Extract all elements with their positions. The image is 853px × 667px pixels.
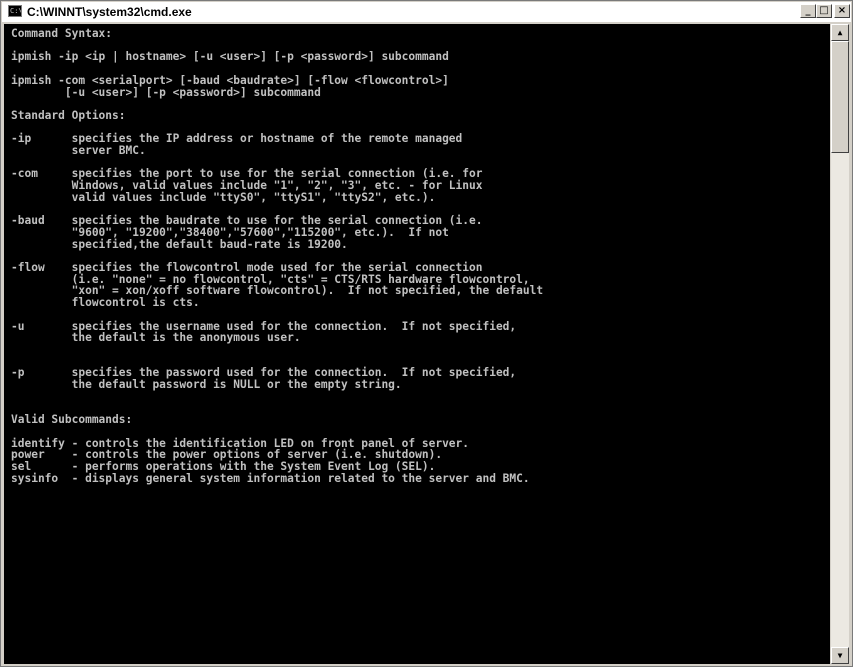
console-window: C:\ C:\WINNT\system32\cmd.exe _ □ × Comm… bbox=[0, 0, 853, 667]
console-text: Command Syntax: ipmish -ip <ip | hostnam… bbox=[11, 27, 544, 485]
scroll-thumb[interactable] bbox=[831, 41, 849, 153]
scroll-up-button[interactable]: ▲ bbox=[831, 24, 849, 41]
title-bar[interactable]: C:\ C:\WINNT\system32\cmd.exe _ □ × bbox=[2, 2, 851, 22]
minimize-button[interactable]: _ bbox=[800, 4, 816, 18]
vertical-scrollbar[interactable]: ▲ ▼ bbox=[831, 24, 849, 664]
arrow-up-icon: ▲ bbox=[837, 28, 843, 37]
arrow-down-icon: ▼ bbox=[837, 651, 843, 660]
window-title: C:\WINNT\system32\cmd.exe bbox=[27, 5, 192, 19]
scroll-down-button[interactable]: ▼ bbox=[831, 647, 849, 664]
console-output[interactable]: Command Syntax: ipmish -ip <ip | hostnam… bbox=[4, 24, 830, 664]
maximize-button[interactable]: □ bbox=[816, 4, 832, 18]
close-button[interactable]: × bbox=[834, 4, 850, 18]
cmd-app-icon[interactable]: C:\ bbox=[8, 5, 22, 17]
